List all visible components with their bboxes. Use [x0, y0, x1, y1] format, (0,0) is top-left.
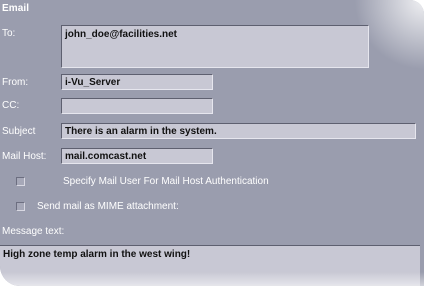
email-settings-panel: Email To: john_doe@facilities.net From: …: [0, 0, 424, 286]
from-label: From:: [2, 77, 29, 88]
to-label: To:: [2, 28, 16, 39]
from-field[interactable]: i-Vu_Server: [61, 74, 213, 90]
subject-label: Subject: [2, 126, 36, 137]
message-text-field[interactable]: High zone temp alarm in the west wing!: [0, 245, 420, 286]
mail-host-label: Mail Host:: [2, 151, 47, 162]
mime-attachment-checkbox[interactable]: [16, 202, 25, 211]
mail-host-field[interactable]: mail.comcast.net: [61, 148, 213, 164]
panel-title: Email: [2, 3, 30, 14]
mail-auth-checkbox[interactable]: [16, 177, 25, 186]
subject-field[interactable]: There is an alarm in the system.: [61, 123, 416, 139]
to-field[interactable]: john_doe@facilities.net: [61, 25, 369, 68]
mail-auth-label: Specify Mail User For Mail Host Authenti…: [63, 176, 269, 187]
message-text-label: Message text:: [2, 226, 65, 237]
cc-field[interactable]: [61, 98, 213, 114]
cc-label: CC:: [2, 100, 20, 111]
mime-attachment-label: Send mail as MIME attachment:: [37, 201, 179, 212]
